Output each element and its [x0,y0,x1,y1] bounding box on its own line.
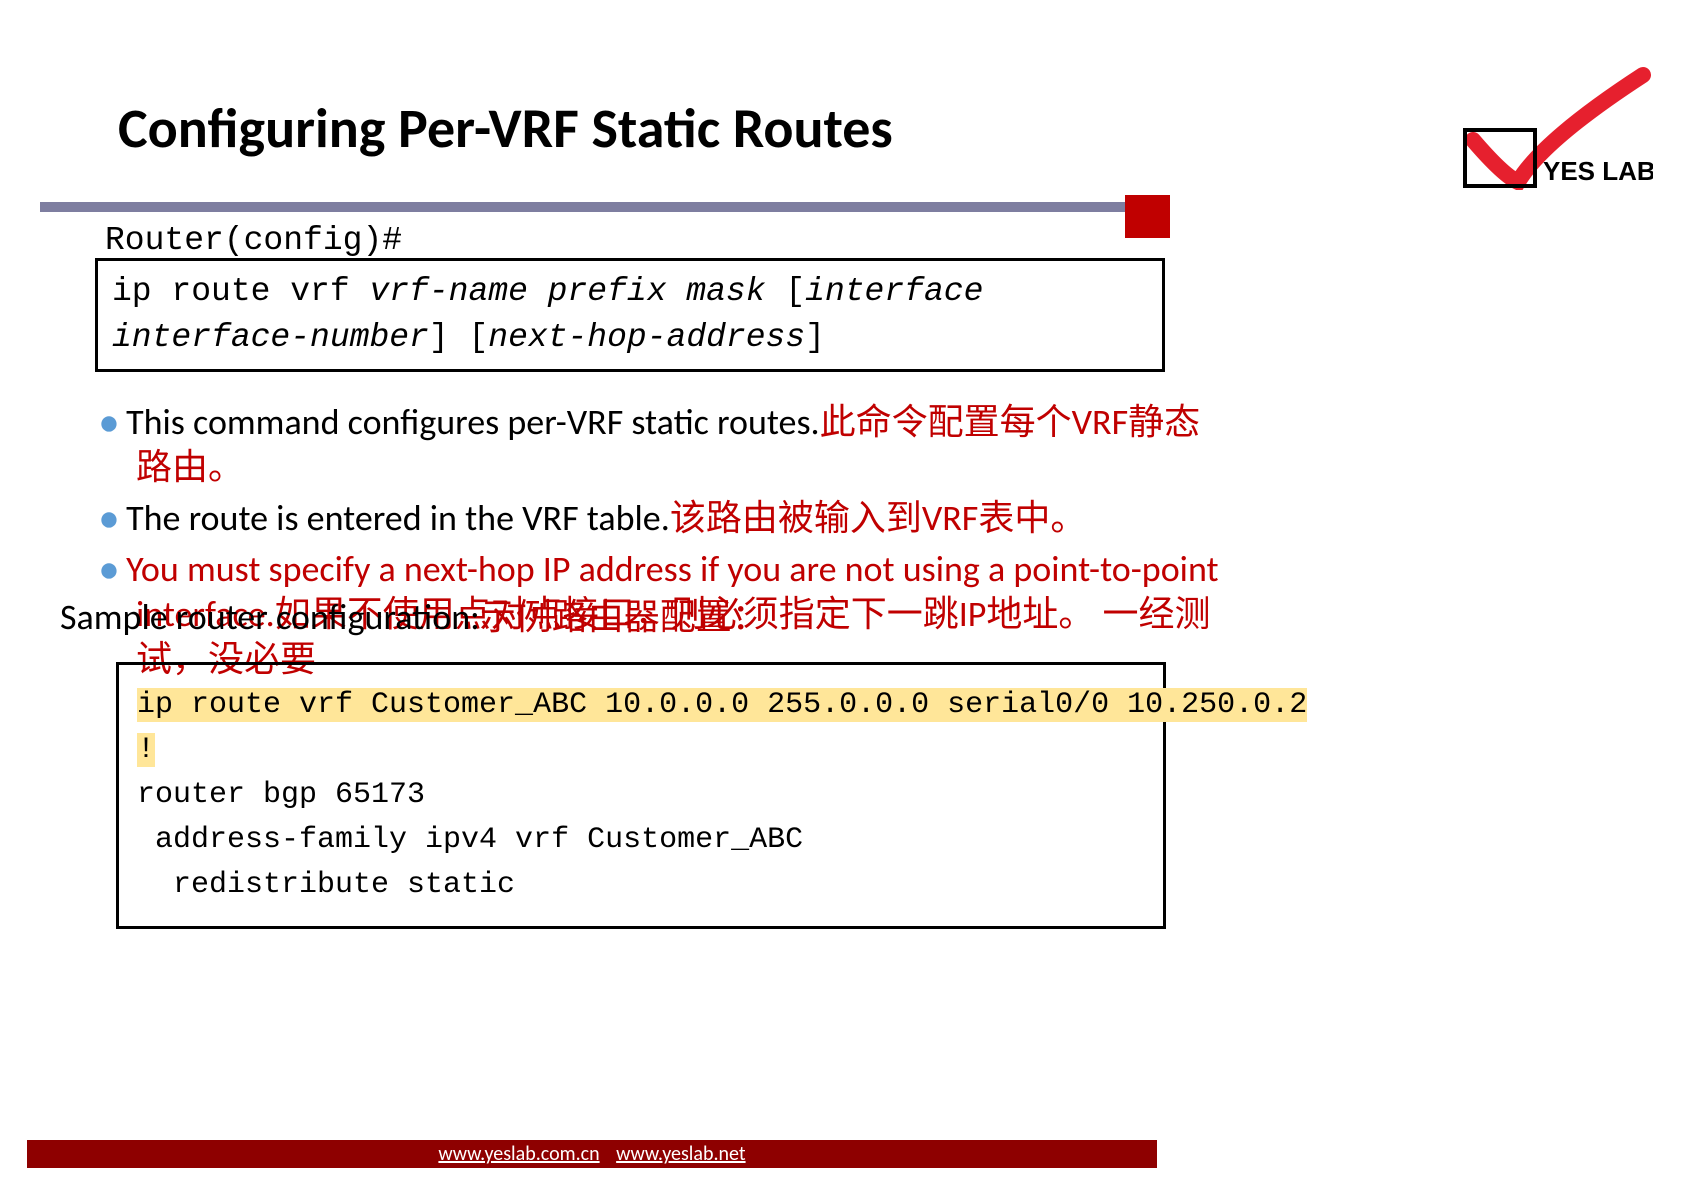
sample-label-zh: 示例路由器配置： [480,595,768,639]
syntax-lead: ip route vrf [112,273,369,310]
syntax-ital1: vrf-name prefix mask [369,273,765,310]
code-line-2: ! [137,733,155,767]
code-line-5: redistribute static [137,868,515,902]
slide: Configuring Per-VRF Static Routes YES LA… [0,0,1683,1190]
code-line-3: router bgp 65173 [137,778,425,812]
sample-config-label: Sample router configuration:示例路由器配置： [60,588,768,640]
title-underline [40,202,1125,212]
syntax-box: ip route vrf vrf-name prefix mask [inter… [95,258,1165,372]
bullet-2: The route is entered in the VRF table.该路… [100,496,1220,541]
title-underline-accent [1125,195,1170,238]
sample-label-en: Sample router configuration: [60,595,480,639]
footer-link-2[interactable]: www.yeslab.net [616,1142,745,1166]
router-prompt: Router(config)# [105,222,402,259]
bullet-1: This command configures per-VRF static r… [100,400,1220,490]
bullet-2-zh: 该路由被输入到VRF表中。 [670,496,1087,540]
page-title: Configuring Per-VRF Static Routes [118,95,893,163]
code-box: ip route vrf Customer_ABC 10.0.0.0 255.0… [116,662,1166,929]
syntax-ital4: next-hop-address [488,319,805,356]
bullet-list: This command configures per-VRF static r… [60,394,1220,688]
syntax-ital2: interface [805,273,983,310]
syntax-mid3: ] [ [429,319,488,356]
syntax-ital3: interface-number [112,319,429,356]
footer-bar: www.yeslab.com.cn www.yeslab.net [27,1140,1157,1168]
syntax-tail: ] [805,319,825,356]
bullet-1-en: This command configures per-VRF static r… [126,400,820,444]
logo-text-glyph: YES LAB [1543,156,1653,186]
syntax-mid1: [ [766,273,806,310]
code-line-1: ip route vrf Customer_ABC 10.0.0.0 255.0… [137,688,1307,722]
code-line-4: address-family ipv4 vrf Customer_ABC [137,823,803,857]
bullet-2-en: The route is entered in the VRF table. [126,496,670,540]
yeslab-logo: YES LAB [1393,60,1653,190]
footer-link-1[interactable]: www.yeslab.com.cn [438,1142,599,1166]
